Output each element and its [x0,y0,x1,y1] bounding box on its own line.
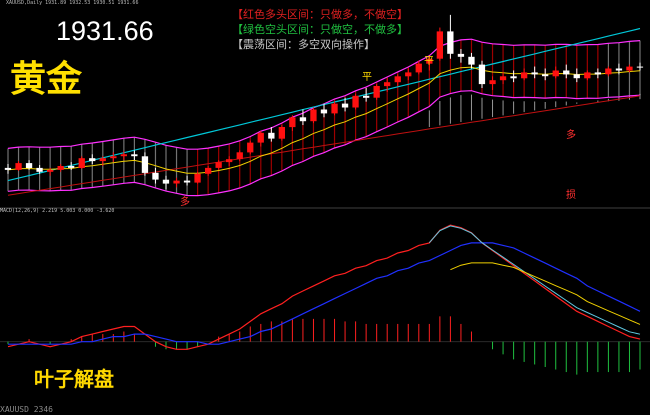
legend-bull-zone: 【红色多头区间：只做多，不做空】 [232,8,408,21]
candle-body [226,159,233,163]
candle-body [373,86,380,98]
instrument-title: 黄金 [10,59,83,100]
candle-body [215,162,222,168]
candle-body [78,158,85,168]
candle-body [341,103,349,108]
candle-body [447,31,454,54]
candle-body [636,66,644,68]
candle-body [15,163,22,170]
annotation-stop-loss: 损 [566,190,576,201]
candle-body [573,74,580,79]
candle-body [152,172,159,180]
candle-body [584,72,591,79]
macd-slow-line-tail [450,262,641,325]
candle-body [47,169,54,172]
macd-indicator-label: MACD(12,26,9) 2.219 5.003 0.000 -3.620 [0,208,115,214]
candle-body [626,66,633,71]
candle-body [68,166,75,168]
candle-body [478,64,486,85]
candle-body [57,166,64,170]
legend-bear-zone: 【绿色空头区间：只做空，不做多】 [232,23,408,36]
candle-body [131,154,138,157]
candle-body [299,117,307,122]
macd-fast-line-tail [428,225,641,335]
candle-body [394,76,401,83]
trading-chart-window: XAUUSD,Daily 1931.89 1932.53 1930.51 193… [0,0,650,415]
candle-body [499,76,507,81]
candle-body [594,72,601,75]
symbol-info: XAUUSD,Daily 1931.89 1932.53 1930.51 193… [6,0,139,6]
candle-body [531,72,538,75]
candle-body [173,180,180,184]
candle-body [552,70,559,77]
legend-range-zone: 【震荡区间：多空双向操作】 [232,38,375,51]
candle-body [615,68,623,71]
current-price: 1931.66 [56,16,154,46]
candle-body [320,109,328,114]
candle-body [510,76,517,79]
candle-body [25,163,33,168]
candle-body [331,103,338,114]
brand-watermark: 叶子解盘 [34,367,114,391]
candle-body [542,74,549,77]
annotation-duo-2: 多 [566,130,576,141]
candle-body [363,95,370,98]
candle-body [384,82,391,87]
candle-body [289,117,296,128]
candle-body [436,31,443,59]
candle-body [352,95,359,108]
candle-body [99,158,106,162]
candle-body [236,152,243,160]
candle-body [268,132,275,139]
candle-body [4,167,12,170]
candle-body [162,179,170,184]
candle-body [405,72,412,77]
candle-body [141,156,149,173]
annotation-ping-1: 平 [362,72,372,83]
candle-body [36,167,43,172]
candle-body [110,156,117,159]
annotation-ping-2: 平 [424,56,434,67]
candle-body [247,142,254,153]
candle-body [120,154,127,157]
candle-body [468,56,475,65]
candle-body [563,70,570,75]
status-bar: XAUUSD 2346 [0,405,53,414]
annotation-duo-1: 多 [180,197,190,208]
candle-body [415,63,422,73]
candle-body [521,72,528,79]
candle-body [257,132,264,143]
candle-body [278,127,285,139]
candle-body [183,180,191,183]
candle-body [605,68,612,75]
candle-body [310,109,317,122]
candle-body [457,53,465,57]
candle-body [194,173,201,183]
candle-body [205,167,212,174]
candle-body [89,158,96,162]
candle-body [489,80,496,85]
